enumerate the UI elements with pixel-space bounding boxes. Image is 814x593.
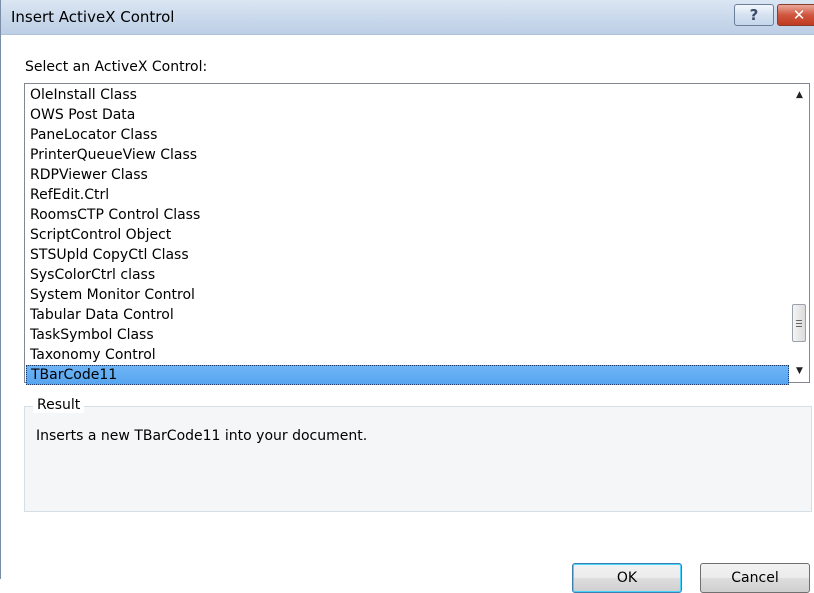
result-description: Inserts a new TBarCode11 into your docum… (36, 428, 368, 444)
list-item[interactable]: RoomsCTP Control Class (26, 205, 789, 225)
scroll-down-icon[interactable]: ▼ (790, 362, 809, 380)
activex-control-list[interactable]: OleInstall Class OWS Post Data PaneLocat… (24, 83, 810, 385)
list-item[interactable]: SysColorCtrl class (26, 265, 789, 285)
list-item[interactable]: OWS Post Data (26, 105, 789, 125)
list-item[interactable]: System Monitor Control (26, 285, 789, 305)
title-bar: Insert ActiveX Control ? ✕ (1, 0, 814, 35)
list-item[interactable]: ScriptControl Object (26, 225, 789, 245)
close-icon: ✕ (792, 6, 806, 24)
scroll-thumb[interactable] (792, 304, 806, 342)
cancel-button[interactable]: Cancel (700, 563, 810, 593)
help-icon: ? (749, 6, 759, 24)
grip-icon (796, 319, 802, 327)
list-scrollbar[interactable]: ▲ ▼ (790, 84, 809, 382)
list-item[interactable]: PrinterQueueView Class (26, 145, 789, 165)
select-control-label: Select an ActiveX Control: (25, 59, 208, 75)
list-item[interactable]: RDPViewer Class (26, 165, 789, 185)
scroll-up-icon[interactable]: ▲ (790, 86, 809, 104)
list-item[interactable]: PaneLocator Class (26, 125, 789, 145)
list-item[interactable]: TaskSymbol Class (26, 325, 789, 345)
result-legend: Result (33, 397, 85, 413)
list-item[interactable]: Tabular Data Control (26, 305, 789, 325)
help-button[interactable]: ? (734, 4, 774, 26)
list-item[interactable]: RefEdit.Ctrl (26, 185, 789, 205)
list-item[interactable]: STSUpld CopyCtl Class (26, 245, 789, 265)
ok-button[interactable]: OK (572, 563, 682, 593)
insert-activex-dialog: Insert ActiveX Control ? ✕ Select an Act… (0, 0, 814, 593)
list-item[interactable]: OleInstall Class (26, 85, 789, 105)
list-item-selected[interactable]: TBarCode11 (26, 365, 789, 385)
close-button[interactable]: ✕ (777, 4, 814, 26)
window-title: Insert ActiveX Control (11, 8, 175, 26)
list-item[interactable]: Taxonomy Control (26, 345, 789, 365)
result-group (24, 406, 812, 512)
